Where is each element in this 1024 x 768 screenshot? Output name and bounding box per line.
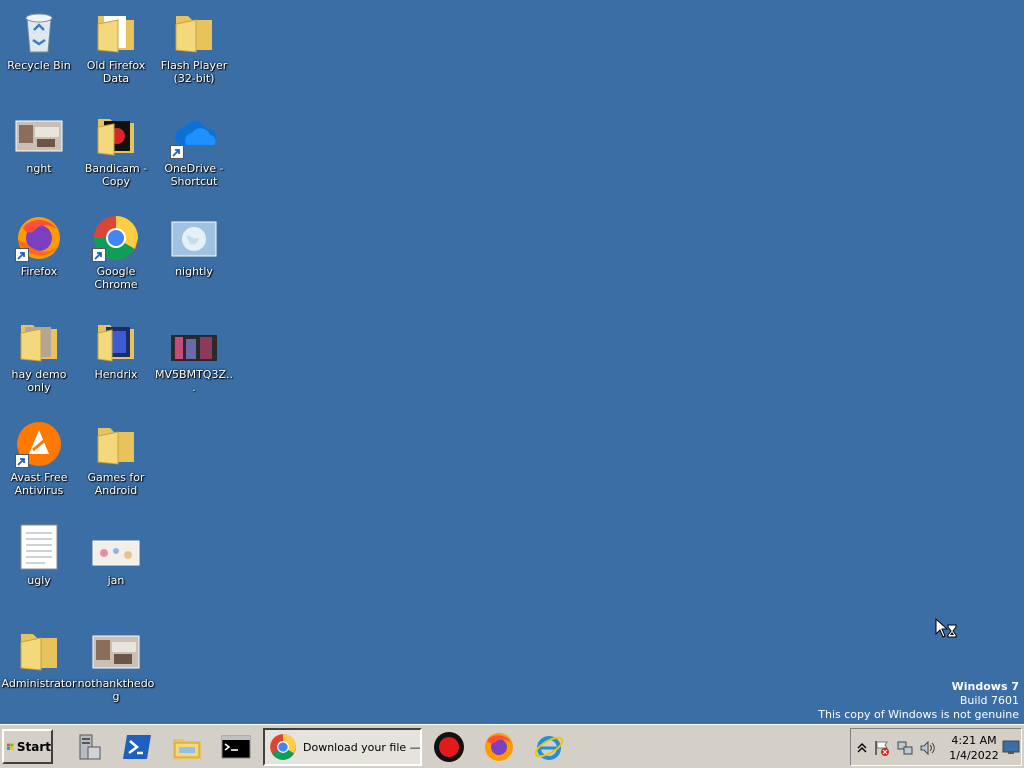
ugly-file[interactable]: ugly [0, 523, 78, 587]
powershell-taskbar-button[interactable] [115, 728, 159, 766]
icon-label: ugly [27, 574, 51, 587]
avast-shortcut[interactable]: Avast Free Antivirus [0, 420, 78, 497]
watermark-os: Windows 7 [951, 680, 1019, 693]
firefox-shortcut[interactable]: Firefox [0, 214, 78, 278]
shortcut-arrow-icon [15, 248, 29, 262]
internet-explorer-icon [534, 736, 564, 760]
explorer-taskbar-button[interactable] [165, 728, 209, 766]
folder-icon [92, 317, 140, 365]
bandicam-copy-folder[interactable]: Bandicam - Copy [77, 111, 155, 188]
system-tray: 4:21 AM 1/4/2022 [850, 728, 1022, 766]
globe-image-icon [170, 214, 218, 262]
cmd-icon [221, 735, 251, 759]
hendrix-folder[interactable]: Hendrix [77, 317, 155, 381]
image-thumbnail-icon [170, 317, 218, 365]
onedrive-icon [170, 111, 218, 159]
icon-label: Hendrix [94, 368, 138, 381]
image-thumbnail-icon [15, 111, 63, 159]
icon-label: nothankthedog [77, 677, 155, 703]
avast-icon [15, 420, 63, 468]
firefox-icon [485, 733, 513, 761]
icon-label: Bandicam - Copy [84, 162, 148, 188]
folder-icon [92, 8, 140, 56]
firefox-icon [15, 214, 63, 262]
clock-date: 1/4/2022 [949, 749, 999, 762]
start-button[interactable]: Start [2, 729, 53, 764]
shortcut-arrow-icon [15, 454, 29, 468]
taskbar: Start Download your file —... 4:21 AM 1/… [0, 724, 1024, 768]
icon-label: Old Firefox Data [86, 59, 146, 85]
bandicam-icon [434, 732, 464, 762]
watermark-notice: This copy of Windows is not genuine [818, 708, 1019, 721]
powershell-icon [123, 735, 151, 759]
chrome-icon [270, 734, 296, 760]
icon-label: nightly [175, 265, 213, 278]
shortcut-arrow-icon [92, 248, 106, 262]
busy-cursor-icon [935, 617, 959, 640]
volume-icon[interactable] [919, 739, 937, 757]
windows-genuine-watermark: Windows 7 Build 7601 This copy of Window… [818, 680, 1019, 722]
bandicam-taskbar-button[interactable] [427, 728, 471, 766]
chrome-icon [92, 214, 140, 262]
icon-label: Games for Android [87, 471, 145, 497]
windows-logo-icon [7, 743, 14, 750]
start-label: Start [16, 739, 51, 754]
desktop: Recycle Bin nght Firefox hay demo only A… [0, 0, 1024, 724]
flash-player-folder[interactable]: Flash Player (32-bit) [155, 8, 233, 85]
icon-label: MV5BMTQ3Z... [155, 368, 233, 394]
recycle-bin-shortcut[interactable]: Recycle Bin [0, 8, 78, 72]
mv5b-file[interactable]: MV5BMTQ3Z... [155, 317, 233, 394]
clock[interactable]: 4:21 AM 1/4/2022 [947, 733, 1001, 763]
old-firefox-data-folder[interactable]: Old Firefox Data [77, 8, 155, 85]
icon-label: Google Chrome [94, 265, 138, 291]
folder-icon [92, 111, 140, 159]
watermark-build: Build 7601 [959, 694, 1019, 707]
folder-icon [92, 420, 140, 468]
server-manager-icon [79, 734, 101, 760]
icon-label: Administrator [1, 677, 77, 690]
task-title: Download your file —... [303, 740, 420, 754]
text-document-icon [15, 523, 63, 571]
folder-icon [15, 317, 63, 365]
folder-icon [15, 626, 63, 674]
network-icon[interactable] [896, 739, 914, 757]
icon-label: nght [26, 162, 52, 175]
onedrive-shortcut[interactable]: OneDrive - Shortcut [155, 111, 233, 188]
firefox-taskbar-button[interactable] [477, 728, 521, 766]
icon-label: Avast Free Antivirus [10, 471, 68, 497]
explorer-icon [173, 739, 201, 759]
chrome-task-button[interactable]: Download your file —... [263, 728, 422, 766]
nightly-file[interactable]: nightly [155, 214, 233, 278]
nght-file[interactable]: nght [0, 111, 78, 175]
icon-label: jan [107, 574, 125, 587]
icon-label: hay demo only [11, 368, 67, 394]
image-thumbnail-icon [92, 626, 140, 674]
shortcut-arrow-icon [170, 145, 184, 159]
show-hidden-icons-chevron-icon[interactable] [853, 739, 871, 757]
jan-file[interactable]: jan [77, 523, 155, 587]
image-thumbnail-icon [92, 523, 140, 571]
icon-label: Recycle Bin [7, 59, 71, 72]
clock-time: 4:21 AM [951, 734, 997, 747]
cmd-taskbar-button[interactable] [214, 728, 258, 766]
hay-demo-only-folder[interactable]: hay demo only [0, 317, 78, 394]
server-manager-taskbar-button[interactable] [66, 728, 110, 766]
nothankthedog-file[interactable]: nothankthedog [77, 626, 155, 703]
games-for-android-folder[interactable]: Games for Android [77, 420, 155, 497]
folder-icon [170, 8, 218, 56]
icon-label: Flash Player (32-bit) [160, 59, 228, 85]
action-center-flag-icon[interactable] [873, 739, 891, 757]
recycle-bin-icon [15, 8, 63, 56]
icon-label: Firefox [20, 265, 58, 278]
show-desktop-icon[interactable] [1002, 737, 1020, 757]
internet-explorer-taskbar-button[interactable] [527, 728, 571, 766]
administrator-folder[interactable]: Administrator [0, 626, 78, 690]
icon-label: OneDrive - Shortcut [164, 162, 224, 188]
google-chrome-shortcut[interactable]: Google Chrome [77, 214, 155, 291]
